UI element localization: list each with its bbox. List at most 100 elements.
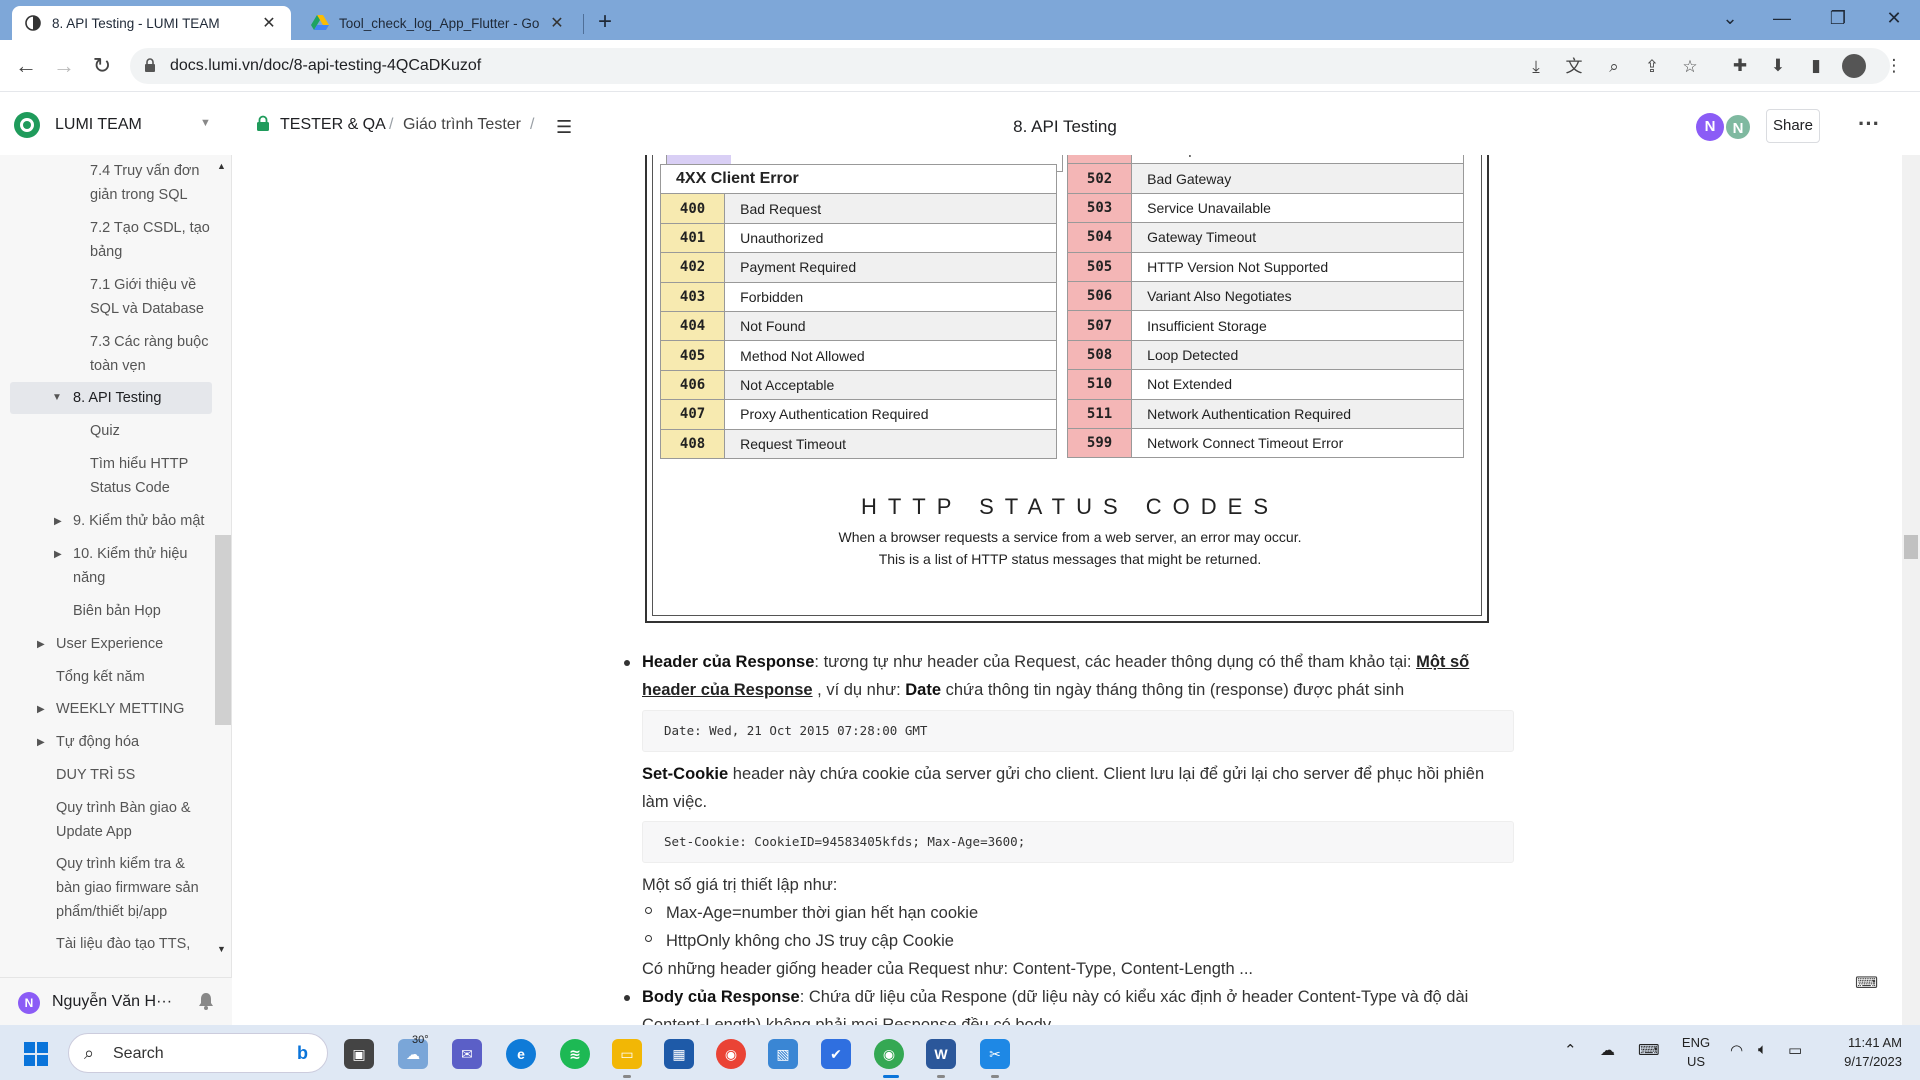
table-of-contents-icon[interactable]: ☰ xyxy=(556,117,572,138)
response-header-link[interactable]: header của Response xyxy=(642,681,813,699)
language-code: ENG xyxy=(1681,1035,1711,1050)
team-name[interactable]: LUMI TEAM xyxy=(55,116,142,134)
wifi-icon[interactable]: ◠ xyxy=(1730,1041,1743,1059)
chevron-down-icon[interactable]: ▼ xyxy=(200,117,211,129)
sidebar-item-api-testing[interactable]: 8. API Testing xyxy=(73,386,213,410)
page-scrollbar[interactable] xyxy=(1902,155,1920,1025)
sidebar-item[interactable]: Quiz xyxy=(90,419,120,443)
more-options-icon[interactable]: ··· xyxy=(1858,111,1880,137)
sidebar-item[interactable]: Biên bản Họp xyxy=(73,599,161,623)
language-indicator[interactable]: ENG US xyxy=(1678,1033,1714,1071)
translate-icon[interactable]: 文 xyxy=(1562,55,1586,79)
code-block-date[interactable]: Date: Wed, 21 Oct 2015 07:28:00 GMT xyxy=(642,710,1514,752)
status-code: 510 xyxy=(1066,369,1133,400)
edge-icon[interactable]: e xyxy=(506,1039,536,1069)
caret-right-icon[interactable]: ▶ xyxy=(54,543,62,567)
sidebar-item[interactable]: Quy trình kiểm tra & bàn giao firmware s… xyxy=(56,852,211,924)
collaborator-avatar[interactable]: N xyxy=(1724,113,1752,141)
extensions-puzzle-icon[interactable]: ✚ xyxy=(1728,54,1752,78)
taskbar-search[interactable]: ⌕ Search b xyxy=(68,1033,328,1073)
battery-icon[interactable]: ▭ xyxy=(1788,1041,1802,1059)
sidebar-item[interactable]: 9. Kiểm thử bảo mật xyxy=(73,509,213,533)
close-tab-icon[interactable]: ✕ xyxy=(547,13,567,33)
windows-start-icon[interactable] xyxy=(24,1042,48,1066)
caret-right-icon[interactable]: ▶ xyxy=(37,633,45,657)
profile-avatar[interactable] xyxy=(1842,54,1866,78)
sidebar-item[interactable]: 10. Kiểm thử hiệu năng xyxy=(73,542,198,590)
keyboard-icon[interactable]: ⌨ xyxy=(1638,1041,1660,1059)
sidebar-item[interactable]: Quy trình Bàn giao & Update App xyxy=(56,796,206,844)
tab-search-chevron-icon[interactable]: ⌄ xyxy=(1710,4,1750,32)
sidebar-item[interactable]: 7.4 Truy vấn đơn giản trong SQL xyxy=(90,159,210,207)
reload-icon[interactable]: ↻ xyxy=(88,52,116,80)
scroll-down-icon[interactable]: ▼ xyxy=(217,944,226,954)
chevron-up-icon[interactable]: ⌃ xyxy=(1564,1041,1577,1059)
sidebar-item[interactable]: 7.3 Các ràng buộc toàn vẹn xyxy=(90,330,210,378)
running-indicator xyxy=(937,1075,945,1078)
sidebar-item[interactable]: 7.2 Tạo CSDL, tạo bảng xyxy=(90,216,210,264)
restore-icon[interactable]: ❐ xyxy=(1818,4,1858,32)
volume-icon[interactable]: 🔈︎ xyxy=(1758,1041,1767,1058)
scroll-up-icon[interactable]: ▲ xyxy=(217,161,226,171)
url-text[interactable]: docs.lumi.vn/doc/8-api-testing-4QCaDKuzo… xyxy=(170,57,481,75)
chrome-active-icon[interactable]: ◉ xyxy=(874,1039,904,1069)
caret-down-icon[interactable]: ▼ xyxy=(52,386,62,410)
bell-icon[interactable] xyxy=(198,992,214,1010)
tab-google-drive[interactable]: Tool_check_log_App_Flutter - Go ✕ xyxy=(299,6,579,40)
photos-icon[interactable]: ▧ xyxy=(768,1039,798,1069)
scrollbar-thumb[interactable] xyxy=(1904,535,1918,559)
bold-term: Header của Response xyxy=(642,653,815,671)
share-button[interactable]: Share xyxy=(1766,109,1820,143)
new-tab-plus-icon[interactable]: + xyxy=(598,8,612,36)
forward-arrow-icon[interactable]: → xyxy=(50,52,78,80)
user-menu[interactable]: N Nguyễn Văn H··· xyxy=(0,977,232,1025)
bookmark-star-icon[interactable]: ☆ xyxy=(1678,55,1702,79)
caret-right-icon[interactable]: ▶ xyxy=(37,731,45,755)
share-page-icon[interactable]: ⇪ xyxy=(1640,55,1664,79)
spotify-icon[interactable]: ≋ xyxy=(560,1039,590,1069)
collaborator-avatar[interactable]: N xyxy=(1696,113,1724,141)
sidebar-item[interactable]: Tự động hóa xyxy=(56,730,139,754)
clock-time: 11:41 AM xyxy=(1848,1035,1902,1050)
todo-icon[interactable]: ✔ xyxy=(821,1039,851,1069)
caret-right-icon[interactable]: ▶ xyxy=(54,510,62,534)
downloads-icon[interactable]: ⬇ xyxy=(1766,54,1790,78)
browser-menu-icon[interactable]: ⋮ xyxy=(1882,54,1906,78)
task-view-icon[interactable]: ▣ xyxy=(344,1039,374,1069)
tab-api-testing[interactable]: 8. API Testing - LUMI TEAM ✕ xyxy=(12,6,291,40)
breadcrumb-parent[interactable]: Giáo trình Tester xyxy=(403,116,521,134)
onedrive-cloud-icon[interactable]: ☁ xyxy=(1600,1041,1615,1059)
keyboard-shortcuts-icon[interactable]: ⌨ xyxy=(1855,973,1878,993)
system-clock[interactable]: 11:41 AM 9/17/2023 xyxy=(1822,1033,1902,1071)
side-panel-icon[interactable]: ▮ xyxy=(1804,54,1828,78)
sidebar-item[interactable]: DUY TRÌ 5S xyxy=(56,763,135,787)
install-app-icon[interactable]: ⤓ xyxy=(1524,55,1548,79)
sidebar-item[interactable]: User Experience xyxy=(56,632,163,656)
sidebar-scrollbar[interactable] xyxy=(215,535,231,725)
user-name: Nguyễn Văn H··· xyxy=(52,993,173,1010)
close-tab-icon[interactable]: ✕ xyxy=(259,13,279,33)
document-content: 4XX Client Error 400 Bad Request 401 Unaut… xyxy=(233,155,1900,1025)
bing-icon[interactable]: b xyxy=(297,1043,308,1064)
close-window-icon[interactable]: ✕ xyxy=(1874,4,1914,32)
breadcrumb-collection[interactable]: TESTER & QA xyxy=(280,116,386,134)
teams-chat-icon[interactable]: ✉ xyxy=(452,1039,482,1069)
sidebar-item[interactable]: Tổng kết năm xyxy=(56,665,145,689)
chrome-icon[interactable]: ◉ xyxy=(716,1039,746,1069)
clock-date: 9/17/2023 xyxy=(1844,1054,1902,1069)
zoom-icon[interactable]: ⌕ xyxy=(1602,55,1626,79)
address-bar[interactable]: docs.lumi.vn/doc/8-api-testing-4QCaDKuzo… xyxy=(130,48,1890,84)
snipping-tool-icon[interactable]: ✂ xyxy=(980,1039,1010,1069)
back-arrow-icon[interactable]: ← xyxy=(12,52,40,80)
minimize-icon[interactable]: — xyxy=(1762,4,1802,32)
sidebar-item[interactable]: 7.1 Giới thiệu về SQL và Database xyxy=(90,273,210,321)
caret-right-icon[interactable]: ▶ xyxy=(37,698,45,722)
sidebar-item[interactable]: WEEKLY METTING xyxy=(56,697,184,721)
store-icon[interactable]: ▦ xyxy=(664,1039,694,1069)
sidebar-item[interactable]: Tài liệu đào tạo TTS, xyxy=(56,932,206,956)
word-icon[interactable]: W xyxy=(926,1039,956,1069)
sidebar-item[interactable]: Tìm hiểu HTTP Status Code xyxy=(90,452,200,500)
code-block-cookie[interactable]: Set-Cookie: CookieID=94583405kfds; Max-A… xyxy=(642,821,1514,863)
file-explorer-icon[interactable]: ▭ xyxy=(612,1039,642,1069)
response-header-link[interactable]: Một số xyxy=(1416,653,1469,671)
